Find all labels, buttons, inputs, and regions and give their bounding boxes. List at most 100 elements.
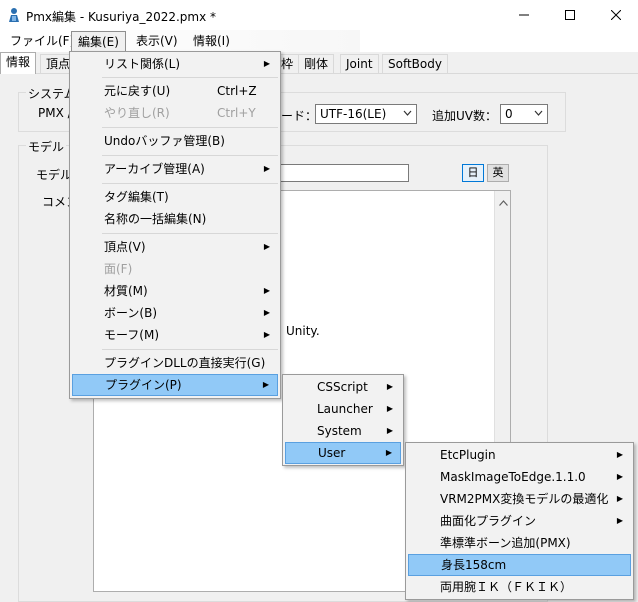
maximize-button[interactable] (547, 0, 593, 30)
submenu-arrow-icon: ▶ (385, 448, 392, 457)
plugin-submenu: CSScript ▶ Launcher ▶ System ▶ User ▶ (282, 374, 404, 466)
menu-item-plugin-dll[interactable]: プラグインDLLの直接実行(G) (72, 352, 278, 374)
menu-edit[interactable]: 編集(E) (71, 31, 126, 52)
submenu-arrow-icon: ▶ (616, 472, 623, 481)
separator (102, 183, 278, 184)
submenu-arrow-icon: ▶ (263, 286, 270, 295)
menu-view[interactable]: 表示(V) (130, 31, 184, 51)
menu-item-list[interactable]: リスト関係(L) ▶ (72, 53, 278, 75)
submenu-arrow-icon: ▶ (262, 380, 269, 389)
menu-item-label: Undoバッファ管理(B) (104, 134, 225, 148)
menu-item-undo[interactable]: 元に戻す(U) Ctrl+Z (72, 80, 278, 102)
menu-item-archive[interactable]: アーカイブ管理(A) ▶ (72, 158, 278, 180)
tab-rigidbody[interactable]: 剛体 (298, 54, 335, 73)
menu-item-label: Launcher (317, 402, 373, 416)
tab-softbody[interactable]: SoftBody (382, 54, 448, 73)
tab-info[interactable]: 情報 (0, 52, 37, 74)
uv-count-value: 0 (505, 107, 513, 121)
menu-item-label: 面(F) (104, 262, 133, 276)
menu-item-label: リスト関係(L) (104, 57, 181, 71)
submenu-arrow-icon: ▶ (263, 330, 270, 339)
menu-item-label: User (318, 446, 346, 460)
menu-item-shortcut: Ctrl+Z (217, 84, 257, 98)
menu-item-label: やり直し(R) (104, 106, 170, 120)
menu-item-label: System (317, 424, 362, 438)
menu-item-label: 両用腕ＩＫ（ＦＫＩＫ） (440, 580, 573, 594)
submenu-arrow-icon: ▶ (386, 382, 393, 391)
menu-item-label: モーフ(M) (104, 328, 159, 342)
comment-text: Unity. (286, 324, 320, 338)
scroll-up-icon[interactable] (499, 195, 508, 209)
menu-item-material[interactable]: 材質(M) ▶ (72, 280, 278, 302)
menu-item-etcplugin[interactable]: EtcPlugin ▶ (408, 444, 631, 466)
menu-item-label: プラグインDLLの直接実行(G) (104, 356, 266, 370)
encoding-value: UTF-16(LE) (320, 107, 387, 121)
window-title: Pmx編集 - Kusuriya_2022.pmx * (26, 10, 217, 24)
model-group-label: モデル (26, 138, 67, 155)
menu-file[interactable]: ファイル(F) (4, 31, 80, 51)
menu-item-bone[interactable]: ボーン(B) ▶ (72, 302, 278, 324)
separator (102, 127, 278, 128)
menu-item-height-158cm[interactable]: 身長158cm (408, 554, 631, 576)
chevron-down-icon (403, 106, 412, 125)
menu-item-label: アーカイブ管理(A) (104, 162, 205, 176)
menu-item-label: プラグイン(P) (105, 378, 182, 392)
submenu-arrow-icon: ▶ (263, 59, 270, 68)
menu-item-morph[interactable]: モーフ(M) ▶ (72, 324, 278, 346)
uv-count-label: 追加UV数： (432, 109, 497, 123)
menu-item-csscript[interactable]: CSScript ▶ (285, 376, 401, 398)
submenu-arrow-icon: ▶ (386, 426, 393, 435)
menu-item-label: 曲面化プラグイン (440, 514, 537, 528)
menu-item-semistandard-bones[interactable]: 準標準ボーン追加(PMX) (408, 532, 631, 554)
menu-item-plugin[interactable]: プラグイン(P) ▶ (72, 374, 278, 396)
submenu-arrow-icon: ▶ (263, 164, 270, 173)
menu-item-vertex[interactable]: 頂点(V) ▶ (72, 236, 278, 258)
menu-item-bulk-rename[interactable]: 名称の一括編集(N) (72, 208, 278, 230)
menu-info[interactable]: 情報(I) (187, 31, 236, 51)
menu-item-label: ボーン(B) (104, 306, 157, 320)
menu-item-tag-edit[interactable]: タグ編集(T) (72, 186, 278, 208)
submenu-arrow-icon: ▶ (386, 404, 393, 413)
lang-en-button[interactable]: 英 (487, 164, 509, 182)
lang-ja-button[interactable]: 日 (462, 164, 484, 182)
menu-item-label: CSScript (317, 380, 368, 394)
menu-item-redo: やり直し(R) Ctrl+Y (72, 102, 278, 124)
minimize-button[interactable] (501, 0, 547, 30)
menu-item-maskimagetoedge[interactable]: MaskImageToEdge.1.1.0 ▶ (408, 466, 631, 488)
menu-item-system[interactable]: System ▶ (285, 420, 401, 442)
separator (102, 77, 278, 78)
model-name-input[interactable] (276, 164, 409, 182)
menu-item-label: EtcPlugin (440, 448, 496, 462)
encoding-label: ード： (281, 109, 318, 123)
submenu-arrow-icon: ▶ (616, 450, 623, 459)
menu-item-label: 身長158cm (441, 558, 507, 572)
menu-item-face: 面(F) (72, 258, 278, 280)
user-submenu: EtcPlugin ▶ MaskImageToEdge.1.1.0 ▶ VRM2… (405, 442, 634, 600)
separator (102, 233, 278, 234)
menu-item-arm-ik[interactable]: 両用腕ＩＫ（ＦＫＩＫ） (408, 576, 631, 598)
menu-item-label: MaskImageToEdge.1.1.0 (440, 470, 586, 484)
menu-item-launcher[interactable]: Launcher ▶ (285, 398, 401, 420)
separator (102, 155, 278, 156)
submenu-arrow-icon: ▶ (616, 516, 623, 525)
menu-item-label: 材質(M) (104, 284, 148, 298)
menu-item-user[interactable]: User ▶ (285, 442, 401, 464)
encoding-select[interactable]: UTF-16(LE) (315, 104, 417, 124)
submenu-arrow-icon: ▶ (263, 308, 270, 317)
menu-item-label: 頂点(V) (104, 240, 146, 254)
close-button[interactable] (593, 0, 638, 30)
edit-menu: リスト関係(L) ▶ 元に戻す(U) Ctrl+Z やり直し(R) Ctrl+Y… (69, 51, 281, 399)
tab-joint[interactable]: Joint (340, 54, 379, 73)
chevron-down-icon (534, 106, 543, 125)
uv-count-select[interactable]: 0 (500, 104, 548, 124)
pmx-version-label: PMX / (38, 106, 72, 120)
menu-item-label: 準標準ボーン追加(PMX) (440, 536, 571, 550)
menu-item-undo-buffer[interactable]: Undoバッファ管理(B) (72, 130, 278, 152)
separator (102, 349, 278, 350)
menu-item-vrm2pmx-optimize[interactable]: VRM2PMX変換モデルの最適化 ▶ (408, 488, 631, 510)
menu-item-label: 元に戻す(U) (104, 84, 171, 98)
menu-item-curve-plugin[interactable]: 曲面化プラグイン ▶ (408, 510, 631, 532)
submenu-arrow-icon: ▶ (263, 242, 270, 251)
menu-item-label: VRM2PMX変換モデルの最適化 (440, 492, 609, 506)
submenu-arrow-icon: ▶ (616, 494, 623, 503)
